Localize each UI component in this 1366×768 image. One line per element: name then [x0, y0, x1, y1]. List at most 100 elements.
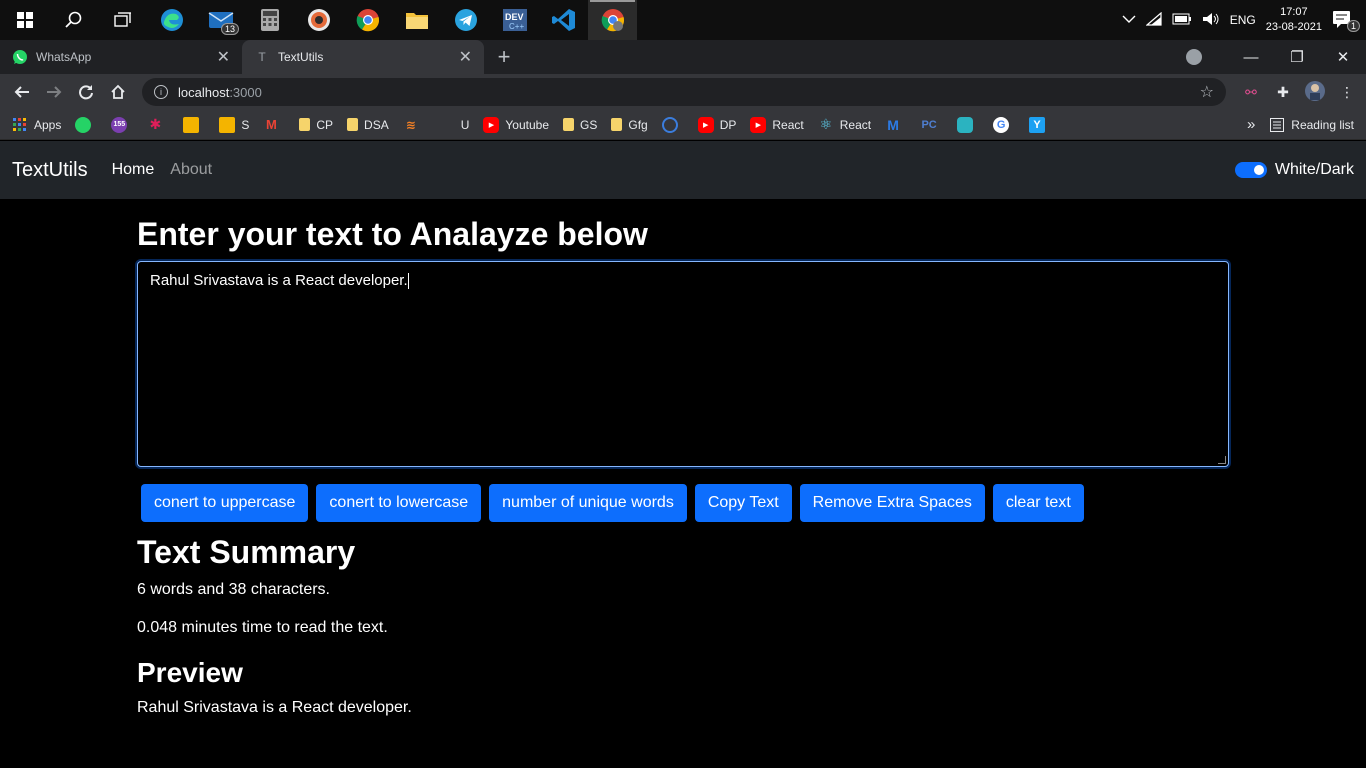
textutils-favicon-icon: T	[258, 50, 266, 64]
task-view-button[interactable]	[98, 0, 147, 40]
unique-words-button[interactable]: number of unique words	[489, 484, 687, 522]
bookmark-youtube[interactable]: ▶ Youtube	[483, 110, 549, 140]
minimize-icon[interactable]: —	[1228, 49, 1274, 66]
calculator-taskbar-app[interactable]	[245, 0, 294, 40]
tab-textutils[interactable]: T TextUtils ✕	[242, 40, 484, 74]
text-input-area[interactable]: Rahul Srivastava is a React developer.	[137, 261, 1229, 467]
tab-search-icon[interactable]	[1186, 49, 1202, 65]
youtube-icon: ▶	[483, 116, 500, 133]
bookmark-slack[interactable]: ✱	[147, 110, 169, 140]
bookmark-label: CP	[316, 117, 334, 132]
dark-mode-toggle[interactable]: White/Dark	[1234, 161, 1354, 179]
wifi-icon[interactable]	[1145, 11, 1162, 29]
bookmark-u[interactable]: U	[439, 110, 470, 140]
close-tab-icon[interactable]: ✕	[217, 47, 230, 67]
close-tab-icon[interactable]: ✕	[459, 47, 472, 67]
bookmark-whatsapp[interactable]	[75, 110, 97, 140]
bookmark-m[interactable]: M	[885, 110, 907, 140]
tab-whatsapp[interactable]: WhatsApp ✕	[0, 40, 242, 74]
search-icon	[64, 11, 81, 28]
nav-home[interactable]: Home	[112, 161, 155, 179]
close-window-icon[interactable]: ✕	[1320, 48, 1366, 66]
chevron-up-icon[interactable]	[1122, 13, 1136, 27]
resize-grip[interactable]	[1218, 456, 1226, 464]
bookmarks-overflow: » Reading list	[1247, 110, 1366, 140]
home-button[interactable]	[102, 74, 134, 110]
bookmark-dsa[interactable]: DSA	[347, 110, 389, 140]
youtube-icon: ▶	[697, 116, 714, 133]
restore-icon[interactable]: ❐	[1274, 48, 1320, 66]
reload-button[interactable]	[70, 74, 102, 110]
bookmark-react-youtube[interactable]: ▶ React	[750, 110, 804, 140]
info-icon[interactable]: i	[154, 85, 168, 99]
bookmark-star-icon[interactable]: ☆	[1200, 82, 1214, 102]
uppercase-button[interactable]: conert to uppercase	[141, 484, 309, 522]
bookmark-gfg[interactable]: Gfg	[611, 110, 648, 140]
nav-about[interactable]: About	[170, 161, 212, 179]
clock[interactable]: 17:07 23-08-2021	[1266, 5, 1322, 35]
reading-list-button[interactable]: Reading list	[1269, 110, 1354, 140]
bookmark-dp[interactable]: ▶ DP	[697, 110, 737, 140]
start-button[interactable]	[0, 0, 49, 40]
bookmark-react-docs[interactable]: ⚛ React	[818, 110, 871, 140]
menu-kebab-icon[interactable]: ⋮	[1336, 84, 1358, 101]
reading-list-icon	[1269, 117, 1285, 133]
page-heading: Enter your text to Analayze below	[137, 216, 648, 252]
address-bar[interactable]: i localhost:3000 ☆	[142, 78, 1226, 106]
puzzle-icon[interactable]: ✚	[1272, 84, 1294, 101]
bookmark-edge-link[interactable]	[661, 110, 684, 140]
battery-icon[interactable]	[1172, 13, 1192, 28]
bookmark-teal[interactable]	[957, 110, 979, 140]
folder-icon	[611, 118, 623, 131]
back-button[interactable]	[6, 74, 38, 110]
chrome-profile-taskbar-app[interactable]	[588, 0, 637, 40]
telegram-taskbar-app[interactable]	[441, 0, 490, 40]
react-icon: ⚛	[819, 116, 833, 132]
lowercase-button[interactable]: conert to lowercase	[316, 484, 482, 522]
clear-text-button[interactable]: clear text	[992, 484, 1084, 522]
bookmark-s[interactable]: S	[219, 110, 249, 140]
chrome-taskbar-app[interactable]	[343, 0, 392, 40]
bookmark-classroom[interactable]	[183, 110, 205, 140]
bookmark-gmail[interactable]: M	[263, 110, 285, 140]
media-taskbar-app[interactable]	[294, 0, 343, 40]
profile-avatar[interactable]	[1304, 80, 1326, 105]
volume-icon[interactable]	[1202, 12, 1220, 29]
bookmark-y[interactable]: Y	[1029, 110, 1051, 140]
language-indicator[interactable]: ENG	[1230, 13, 1256, 27]
classroom-icon	[219, 116, 236, 133]
tab-title: TextUtils	[278, 50, 324, 64]
bookmark-counter[interactable]: 155	[111, 110, 133, 140]
copy-text-button[interactable]: Copy Text	[694, 484, 792, 522]
task-view-icon	[113, 12, 131, 27]
vscode-taskbar-app[interactable]	[539, 0, 588, 40]
folder-icon	[347, 118, 359, 131]
bookmark-apps[interactable]: Apps	[12, 110, 61, 140]
bookmark-gs[interactable]: GS	[563, 110, 597, 140]
bookmark-label: DP	[719, 117, 737, 132]
devcpp-taskbar-app[interactable]: DEV C++	[490, 0, 539, 40]
tab-title: WhatsApp	[36, 50, 92, 64]
telegram-icon	[454, 9, 477, 31]
mode-switch[interactable]	[1234, 162, 1267, 178]
bookmark-stackoverflow[interactable]: ≋	[403, 110, 425, 140]
bookmark-cp[interactable]: CP	[299, 110, 333, 140]
window-controls: — ❐ ✕	[1186, 40, 1366, 74]
bookmark-pycharm[interactable]: PC	[921, 110, 943, 140]
more-bookmarks-button[interactable]: »	[1247, 116, 1255, 133]
remove-spaces-button[interactable]: Remove Extra Spaces	[799, 484, 985, 522]
edge-taskbar-app[interactable]	[147, 0, 196, 40]
badge-155-icon: 155	[111, 116, 128, 133]
new-tab-button[interactable]: +	[484, 40, 524, 74]
brand-link[interactable]: TextUtils	[12, 159, 88, 182]
search-button[interactable]	[49, 0, 98, 40]
bookmark-google[interactable]: G	[993, 110, 1015, 140]
dev-icon: DEVC++	[502, 9, 527, 31]
forward-button[interactable]	[38, 74, 70, 110]
whatsapp-icon	[12, 49, 28, 65]
arrow-right-icon	[47, 86, 62, 98]
file-explorer-taskbar-app[interactable]	[392, 0, 441, 40]
action-center-button[interactable]: 1	[1332, 10, 1360, 32]
extension-icon[interactable]: ⚯	[1240, 84, 1262, 101]
mail-taskbar-app[interactable]: 13	[196, 0, 245, 40]
